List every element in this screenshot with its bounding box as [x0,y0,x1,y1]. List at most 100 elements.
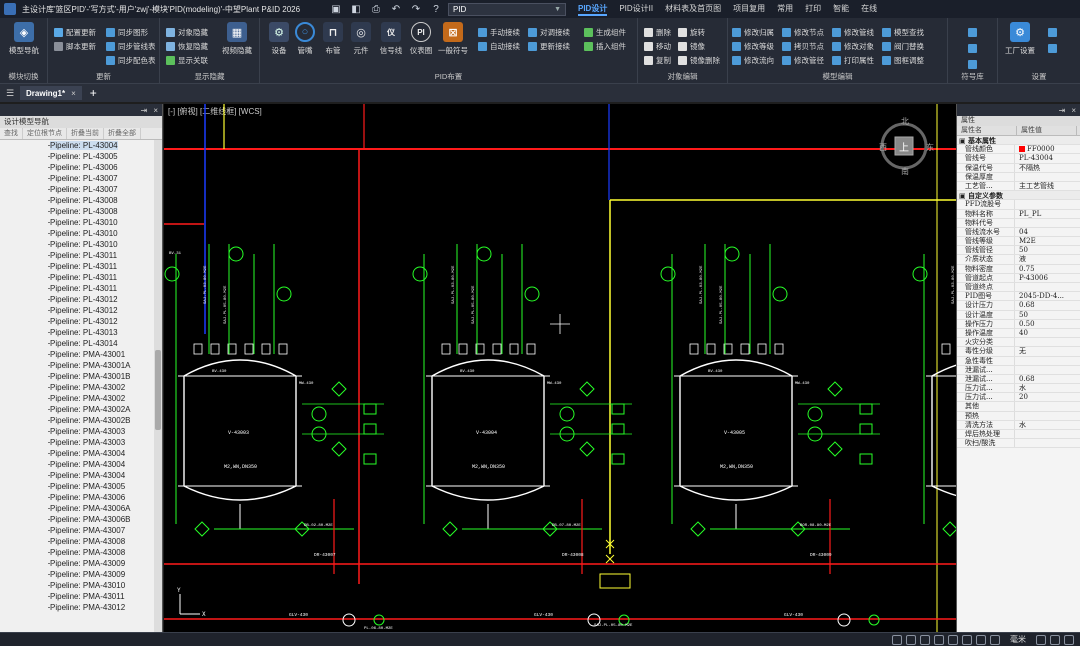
property-row[interactable]: 管道起点 P-43006 [957,273,1080,283]
property-value[interactable] [1015,283,1080,291]
tree-item[interactable]: Pipeline: PL-43011 [24,272,154,283]
property-value[interactable] [1015,357,1080,365]
property-value[interactable]: 0.68 [1015,375,1080,383]
tree-item[interactable]: Pipeline: PMA-43008 [24,547,154,558]
auto-connect-button[interactable]: 自动接续 [478,40,520,52]
property-value[interactable]: 0.75 [1015,265,1080,273]
property-row[interactable]: 管道终点 [957,283,1080,293]
tree-item[interactable]: Pipeline: PMA-43001 [24,349,154,360]
property-value[interactable] [1015,439,1080,447]
new-tab-icon[interactable]: + [90,86,97,100]
tree-item[interactable]: Pipeline: PMA-43002A [24,404,154,415]
property-row[interactable]: 设计压力 0.68 [957,301,1080,311]
instrument-circle-button[interactable]: PI 仪表圈 [404,22,438,56]
chevron-down-icon[interactable]: ▼ [554,6,561,13]
modify-node-button[interactable]: 修改节点 [782,26,824,38]
tree-item[interactable]: Pipeline: PMA-43006A [24,503,154,514]
tree-item[interactable]: Pipeline: PL-43008 [24,195,154,206]
property-row[interactable]: PFD流股号 [957,200,1080,210]
tab-smart[interactable]: 智能 [833,3,849,16]
property-row[interactable]: 管线管径 50 [957,246,1080,256]
model-space-icon[interactable] [976,634,986,645]
restore-hide-button[interactable]: 恢复隐藏 [166,40,208,52]
settings-btn-2[interactable] [1048,42,1060,54]
rotate-button[interactable]: 旋转 [678,26,705,38]
property-row[interactable]: 操作压力 0.50 [957,319,1080,329]
property-value[interactable] [1015,430,1080,438]
settings-icon[interactable] [1050,634,1060,645]
tree-item[interactable]: Pipeline: PMA-43006 [24,492,154,503]
property-row[interactable]: 保温厚度 [957,172,1080,182]
tree-scrollbar[interactable] [154,140,162,632]
property-value[interactable]: 液 [1015,255,1080,263]
property-value[interactable] [1015,366,1080,374]
property-value[interactable]: 2045-DD-4... [1015,292,1080,300]
model-nav-button[interactable]: ◈ 模型导航 [7,22,41,56]
property-row[interactable]: 物料密度 0.75 [957,264,1080,274]
tree-item[interactable]: Pipeline: PMA-43005 [24,481,154,492]
tab-online[interactable]: 在线 [861,3,877,16]
help-icon[interactable]: ? [430,4,442,15]
property-row[interactable]: 管线号 PL-43004 [957,154,1080,164]
property-value[interactable]: PL_PL [1015,210,1080,218]
property-row[interactable]: 物料代号 [957,218,1080,228]
fullscreen-icon[interactable] [1064,634,1074,645]
property-row[interactable]: 焊后热处理 [957,430,1080,440]
sync-color-table-button[interactable]: 同步配色表 [106,54,156,66]
script-update-button[interactable]: 脚本更新 [54,40,96,52]
tree-item[interactable]: Pipeline: PMA-43001A [24,360,154,371]
property-row[interactable]: 物料名称 PL_PL [957,209,1080,219]
tree-item[interactable]: Pipeline: PL-43012 [24,316,154,327]
tree-item[interactable]: Pipeline: PMA-43010 [24,580,154,591]
property-row[interactable]: 管线流水号 04 [957,227,1080,238]
tab-material[interactable]: 材料表及首页图 [665,3,721,16]
property-value[interactable] [1015,173,1080,181]
property-value[interactable]: 水 [1015,421,1080,429]
copy-button[interactable]: 复制 [644,54,671,66]
property-row[interactable]: 操作温度 40 [957,328,1080,339]
model-search-button[interactable]: 模型查找 [882,26,924,38]
property-row[interactable]: 预热 [957,411,1080,421]
property-value[interactable] [1015,338,1080,346]
tree-item[interactable]: Pipeline: PL-43004 [24,140,154,151]
command-input[interactable]: PID ▼ [448,2,566,16]
tree-item[interactable]: Pipeline: PL-43005 [24,151,154,162]
close-icon[interactable]: × [1071,106,1076,115]
tab-print[interactable]: 打印 [805,3,821,16]
tree-item[interactable]: Pipeline: PMA-43003 [24,426,154,437]
polar-toggle-icon[interactable] [934,634,944,645]
tree-item[interactable]: Pipeline: PL-43010 [24,217,154,228]
property-value[interactable]: 04 [1015,228,1080,236]
scroll-thumb[interactable] [155,350,161,430]
tree-item[interactable]: Pipeline: PL-43011 [24,250,154,261]
property-row[interactable]: PID图号 2045-DD-4... [957,292,1080,302]
modify-flow-button[interactable]: 修改流向 [732,54,774,66]
undo-icon[interactable]: ↶ [390,4,402,15]
tree-item[interactable]: Pipeline: PMA-43004 [24,448,154,459]
modify-grade-button[interactable]: 修改等级 [732,40,774,52]
property-value[interactable]: 无 [1015,347,1080,355]
sync-graphics-button[interactable]: 同步图形 [106,26,148,38]
tree-item[interactable]: Pipeline: PL-43007 [24,173,154,184]
frame-adjust-button[interactable]: 图框调整 [882,54,924,66]
property-value[interactable]: M2E [1015,237,1080,245]
swap-connect-button[interactable]: 对调接续 [528,26,570,38]
signal-line-button[interactable]: 仪信号线 [374,22,408,56]
property-row[interactable]: 设计温度 50 [957,310,1080,320]
video-hide-button[interactable]: ▦ 视频隐藏 [220,22,254,56]
symbol-lib-btn-2[interactable] [968,42,980,54]
collapse-all-button[interactable]: 折叠全部 [104,128,141,139]
tree-item[interactable]: Pipeline: PMA-43011 [24,591,154,602]
property-value[interactable]: 50 [1015,246,1080,254]
tree-item[interactable]: Pipeline: PMA-43002 [24,393,154,404]
tree-item[interactable]: Pipeline: PL-43007 [24,184,154,195]
mirror-button[interactable]: 镜像 [678,40,705,52]
generate-assembly-button[interactable]: 生成组件 [584,26,626,38]
tree-item[interactable]: Pipeline: PMA-43004 [24,470,154,481]
property-value[interactable] [1015,200,1080,208]
property-category[interactable]: ▣ 自定义参数 [957,191,1080,201]
tree-item[interactable]: Pipeline: PMA-43009 [24,558,154,569]
property-row[interactable]: 毒性分级无 [957,347,1080,357]
show-relation-button[interactable]: 显示关联 [166,54,208,66]
ortho-toggle-icon[interactable] [920,634,930,645]
